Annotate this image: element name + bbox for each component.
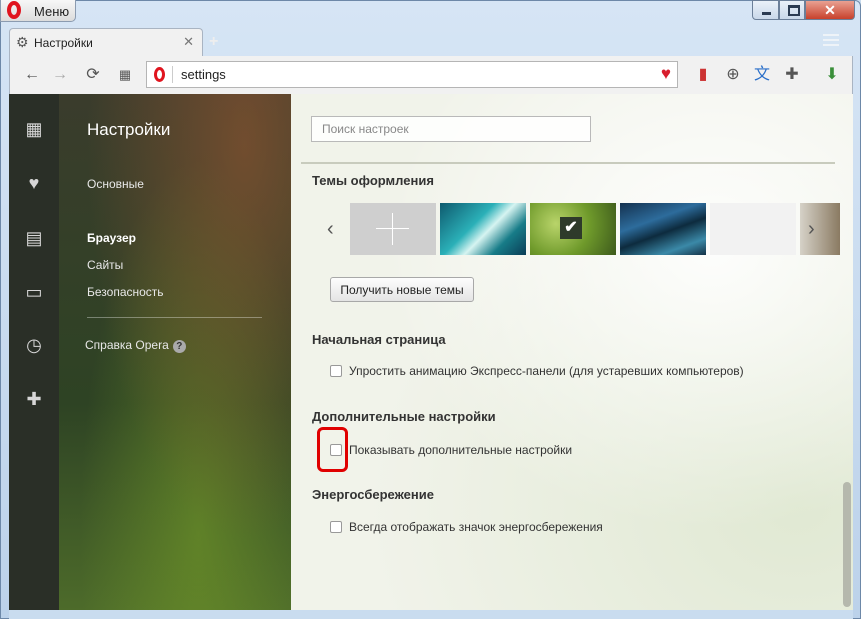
themes-next-icon[interactable]: › (808, 218, 815, 241)
bookmark-icon[interactable]: ▮ (693, 66, 713, 84)
power-title: Энергосбережение (312, 487, 434, 502)
themes-title: Темы оформления (312, 173, 434, 188)
scrollbar-thumb[interactable] (843, 482, 851, 607)
devices-icon[interactable]: ▭ (9, 282, 59, 303)
extensions-icon[interactable]: ✚ (9, 389, 59, 410)
close-window-button[interactable]: ✕ (805, 0, 855, 20)
opera-logo-icon (154, 67, 165, 82)
maximize-button[interactable] (779, 0, 805, 20)
opera-sidebar: ▦ ♥ ▤ ▭ ◷ ✚ (9, 94, 59, 610)
speed-dial-icon[interactable]: ▦ (115, 66, 135, 84)
checkbox[interactable] (330, 365, 342, 377)
help-label: Справка Opera (85, 338, 169, 352)
globe-icon[interactable]: ⊕ (723, 66, 743, 84)
tab-menu-icon[interactable] (823, 34, 839, 48)
settings-content: Темы оформления ‹ ✔ › Получить новые тем… (291, 94, 853, 610)
address-bar[interactable]: settings ♥ (146, 61, 678, 88)
history-icon[interactable]: ◷ (9, 335, 59, 356)
checkbox-label: Всегда отображать значок энергосбережени… (349, 520, 603, 534)
back-icon[interactable]: ← (22, 66, 42, 84)
divider (301, 162, 835, 164)
check-icon: ✔ (560, 217, 582, 239)
tab-title: Настройки (34, 36, 93, 50)
translate-icon[interactable]: 文 (752, 66, 772, 84)
address-text[interactable]: settings (181, 67, 226, 82)
opera-menu-button[interactable]: Меню (0, 0, 76, 22)
checkbox-label: Показывать дополнительные настройки (349, 443, 573, 457)
nav-item-sites[interactable]: Сайты (87, 258, 123, 272)
get-themes-button[interactable]: Получить новые темы (330, 277, 474, 302)
help-icon: ? (172, 340, 186, 353)
advanced-title: Дополнительные настройки (312, 409, 496, 424)
reload-icon[interactable]: ⟳ (83, 66, 103, 84)
address-separator (172, 66, 173, 83)
new-tab-button[interactable]: + (209, 33, 218, 51)
close-icon: ✕ (824, 2, 836, 18)
checkbox-label: Упростить анимацию Экспресс-панели (для … (349, 364, 744, 378)
theme-item[interactable] (800, 203, 840, 255)
theme-item[interactable] (440, 203, 526, 255)
download-icon[interactable]: ⬇ (822, 66, 842, 84)
theme-item-selected[interactable]: ✔ (530, 203, 616, 255)
help-link[interactable]: Справка Opera? (85, 338, 186, 353)
heart-icon[interactable]: ♥ (661, 64, 671, 84)
nav-divider (87, 317, 262, 318)
extensions-icon[interactable]: ✚ (782, 66, 802, 84)
menu-label: Меню (34, 4, 70, 19)
nav-item-browser[interactable]: Браузер (87, 231, 136, 245)
opera-logo-icon (7, 1, 21, 19)
search-input[interactable] (311, 116, 591, 142)
nav-item-security[interactable]: Безопасность (87, 285, 164, 299)
window-bottom-border (9, 610, 853, 619)
toolbar: ← → ⟳ ▦ settings ♥ ▮ ⊕ 文 ✚ ⬇ (9, 56, 853, 94)
grid-icon[interactable]: ▦ (9, 119, 59, 140)
news-icon[interactable]: ▤ (9, 228, 59, 249)
theme-add[interactable] (350, 203, 436, 255)
heart-icon[interactable]: ♥ (9, 173, 59, 194)
start-page-title: Начальная страница (312, 332, 446, 347)
theme-item[interactable] (710, 203, 796, 255)
gear-icon: ⚙ (16, 34, 29, 50)
forward-icon[interactable]: → (50, 66, 70, 84)
checkbox[interactable] (330, 521, 342, 533)
highlight-annotation (317, 427, 348, 472)
tab-close-icon[interactable]: ✕ (183, 34, 194, 50)
themes-prev-icon[interactable]: ‹ (327, 218, 334, 241)
nav-item-basic[interactable]: Основные (87, 177, 144, 191)
settings-nav: Настройки Основные Браузер Сайты Безопас… (59, 94, 291, 610)
settings-title: Настройки (87, 120, 171, 139)
minimize-button[interactable] (752, 0, 779, 20)
theme-item[interactable] (620, 203, 706, 255)
tab-settings[interactable]: ⚙ Настройки ✕ (9, 28, 203, 56)
